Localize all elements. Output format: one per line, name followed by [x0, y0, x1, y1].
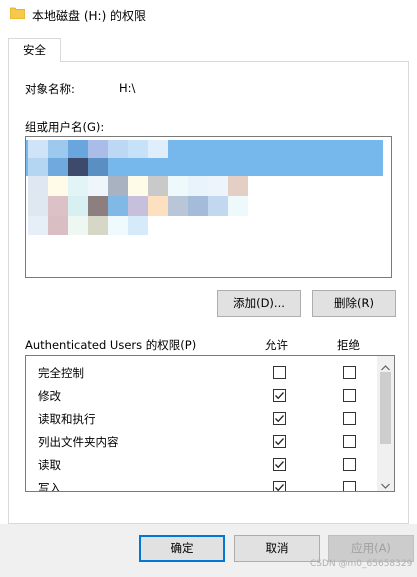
- obscured-text: [48, 158, 68, 176]
- permission-row: 读取和执行: [26, 407, 381, 430]
- obscured-text: [48, 216, 68, 235]
- check-icon: [275, 392, 284, 400]
- permissions-scrollbar[interactable]: [377, 356, 394, 491]
- obscured-text: [88, 176, 108, 196]
- obscured-text: [228, 196, 248, 216]
- obscured-text: [88, 140, 108, 158]
- deny-checkbox[interactable]: [343, 458, 356, 471]
- obscured-text: [208, 176, 228, 196]
- check-icon: [275, 461, 284, 469]
- permission-row: 修改: [26, 384, 381, 407]
- check-icon: [275, 415, 284, 423]
- permission-name: 读取: [38, 458, 61, 472]
- permission-name: 读取和执行: [38, 412, 96, 426]
- obscured-text: [168, 196, 188, 216]
- permission-name: 写入: [38, 481, 61, 492]
- obscured-text: [148, 196, 168, 216]
- deny-checkbox[interactable]: [343, 366, 356, 379]
- obscured-text: [108, 196, 128, 216]
- obscured-text: [208, 196, 228, 216]
- object-name-value: H:\: [119, 81, 136, 95]
- remove-button[interactable]: 删除(R): [312, 290, 396, 317]
- obscured-text: [68, 140, 88, 158]
- group-user-label: 组或用户名(G):: [25, 120, 105, 134]
- obscured-text: [108, 140, 128, 158]
- allow-checkbox[interactable]: [273, 481, 286, 491]
- deny-checkbox[interactable]: [343, 481, 356, 491]
- scrollbar-thumb[interactable]: [380, 372, 391, 444]
- allow-checkbox[interactable]: [273, 412, 286, 425]
- tab-security[interactable]: 安全: [8, 38, 61, 62]
- deny-column-header: 拒绝: [337, 338, 360, 352]
- allow-column-header: 允许: [265, 338, 288, 352]
- obscured-text: [48, 176, 68, 196]
- permission-row: 列出文件夹内容: [26, 430, 381, 453]
- add-button[interactable]: 添加(D)...: [217, 290, 301, 317]
- obscured-text: [108, 176, 128, 196]
- permission-row: 读取: [26, 453, 381, 476]
- chevron-down-icon[interactable]: [381, 478, 390, 491]
- allow-checkbox[interactable]: [273, 389, 286, 402]
- permission-name: 列出文件夹内容: [38, 435, 119, 449]
- allow-checkbox[interactable]: [273, 435, 286, 448]
- obscured-icon: [28, 216, 48, 235]
- check-icon: [275, 484, 284, 491]
- obscured-text: [148, 140, 168, 158]
- obscured-icon: [28, 176, 48, 196]
- folder-icon: [9, 7, 26, 20]
- check-icon: [275, 438, 284, 446]
- obscured-icon: [28, 158, 48, 176]
- obscured-text: [48, 140, 68, 158]
- ok-button[interactable]: 确定: [139, 535, 225, 562]
- obscured-text: [188, 196, 208, 216]
- obscured-text: [48, 196, 68, 216]
- permission-row: 写入: [26, 476, 381, 492]
- allow-checkbox[interactable]: [273, 366, 286, 379]
- obscured-text: [128, 216, 148, 235]
- user-list[interactable]: [25, 136, 392, 278]
- obscured-icon: [28, 140, 48, 158]
- allow-checkbox[interactable]: [273, 458, 286, 471]
- obscured-icon: [28, 196, 48, 216]
- obscured-text: [168, 176, 188, 196]
- obscured-text: [228, 176, 248, 196]
- permission-name: 完全控制: [38, 366, 84, 380]
- deny-checkbox[interactable]: [343, 412, 356, 425]
- obscured-text: [68, 176, 88, 196]
- obscured-text: [88, 158, 108, 176]
- permissions-label: Authenticated Users 的权限(P): [25, 338, 197, 352]
- obscured-text: [128, 176, 148, 196]
- list-scrollbar[interactable]: [383, 137, 391, 177]
- object-name-label: 对象名称:: [25, 82, 75, 96]
- obscured-text: [68, 216, 88, 235]
- cancel-button[interactable]: 取消: [234, 535, 320, 562]
- obscured-text: [68, 196, 88, 216]
- obscured-text: [128, 140, 148, 158]
- obscured-text: [88, 196, 108, 216]
- permission-row: 完全控制: [26, 361, 381, 384]
- watermark: CSDN @m0_65658329: [310, 559, 413, 569]
- obscured-text: [88, 216, 108, 235]
- apply-button[interactable]: 应用(A): [328, 535, 414, 562]
- obscured-text: [108, 216, 128, 235]
- deny-checkbox[interactable]: [343, 435, 356, 448]
- permission-name: 修改: [38, 389, 61, 403]
- obscured-text: [128, 196, 148, 216]
- obscured-text: [68, 158, 88, 176]
- obscured-text: [188, 176, 208, 196]
- deny-checkbox[interactable]: [343, 389, 356, 402]
- window-title: 本地磁盘 (H:) 的权限: [32, 9, 147, 23]
- obscured-text: [148, 176, 168, 196]
- permissions-list: 完全控制 修改 读取和执行 列出文件夹内容 读取 写入: [25, 355, 395, 492]
